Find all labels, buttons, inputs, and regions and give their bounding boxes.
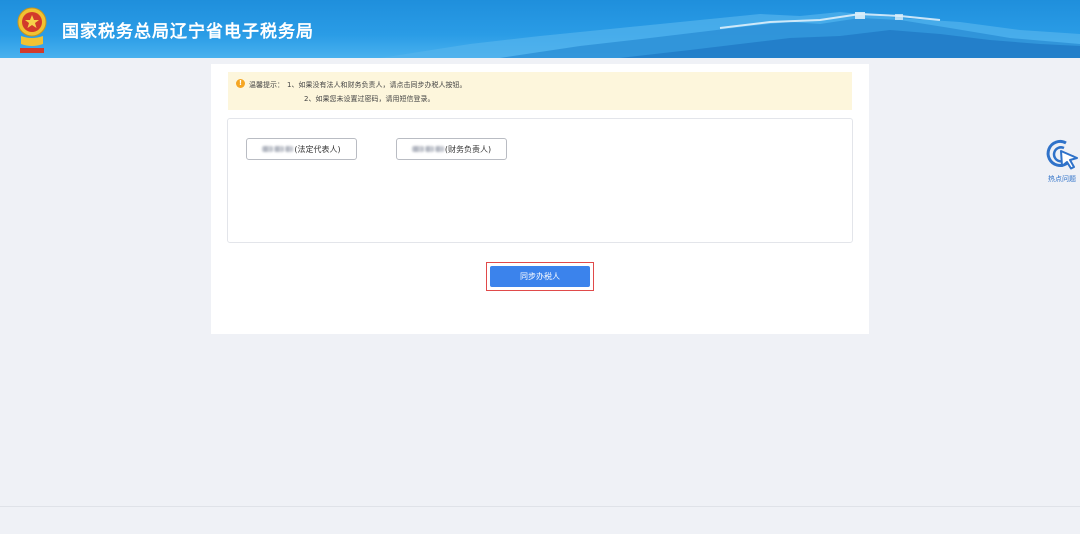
redacted-name [424, 146, 434, 152]
footer-divider [0, 506, 1080, 507]
sync-taxpayer-button[interactable]: 同步办税人 [490, 266, 590, 287]
notice-line-2: 2、如果您未设置过密码，请用短信登录。 [304, 95, 435, 103]
person-role-label: (财务负责人) [444, 144, 492, 154]
notice-line-1: 1、如果没有法人和财务负责人，请点击同步办税人按钮。 [287, 81, 467, 89]
warning-circle-icon: ! [236, 79, 245, 88]
redacted-name [434, 146, 444, 152]
person-role-label: (法定代表人) [294, 144, 341, 154]
redacted-name [411, 146, 424, 152]
hot-questions-label: 热点问题 [1048, 175, 1076, 183]
top-header: 国家税务总局辽宁省电子税务局 [0, 0, 1080, 58]
cursor-click-icon [1046, 139, 1078, 170]
main-panel: ! 温馨提示： 1、如果没有法人和财务负责人，请点击同步办税人按钮。 2、如果您… [211, 64, 869, 334]
sync-button-highlight: 同步办税人 [486, 262, 594, 291]
person-finance-manager-button[interactable]: (财务负责人) [396, 138, 507, 160]
tax-bureau-emblem [17, 7, 47, 53]
hot-questions-widget[interactable]: 热点问题 [1044, 137, 1080, 189]
notice-label: 温馨提示： [249, 81, 284, 89]
notice-banner: ! 温馨提示： 1、如果没有法人和财务负责人，请点击同步办税人按钮。 2、如果您… [228, 72, 852, 110]
person-legal-representative-button[interactable]: (法定代表人) [246, 138, 357, 160]
redacted-name [262, 146, 274, 152]
redacted-name [285, 146, 294, 152]
person-list-box: (法定代表人) (财务负责人) [227, 118, 853, 243]
site-title: 国家税务总局辽宁省电子税务局 [62, 22, 314, 42]
redacted-name [274, 146, 285, 152]
